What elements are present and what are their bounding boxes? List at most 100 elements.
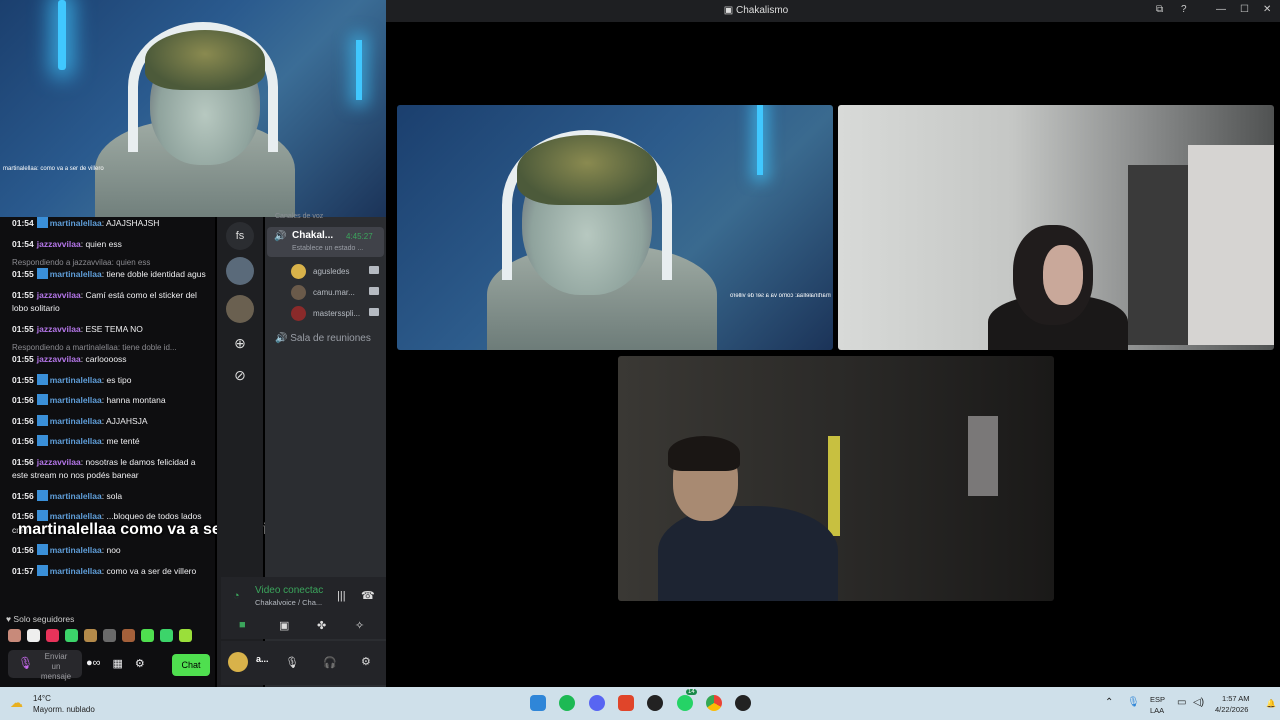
headphones-icon[interactable]: 🎧 [323, 656, 337, 669]
message-username[interactable]: martinalellaa [50, 416, 102, 426]
weather-description[interactable]: Mayorm. nublado [33, 705, 95, 714]
weather-temperature[interactable]: 14°C [33, 694, 51, 703]
message-username[interactable]: jazzavvilaa [37, 354, 81, 364]
message-username[interactable]: jazzavvilaa [37, 324, 81, 334]
message-username[interactable]: martinalellaa [50, 566, 102, 576]
call-timer: 4:45:27 [346, 232, 373, 241]
followers-only-label: ♥ Solo seguidores [6, 614, 75, 624]
emote[interactable] [65, 629, 78, 642]
message-username[interactable]: martinalellaa [50, 218, 102, 228]
notification-icon[interactable]: 🔔 [1266, 699, 1276, 708]
whatsapp-icon[interactable]: 14 [677, 689, 697, 711]
microphone-icon[interactable]: 🎙 [18, 656, 33, 670]
chat-input[interactable]: 🎙 Enviar un mensaje [8, 650, 82, 681]
message-username[interactable]: martinalellaa [50, 269, 102, 279]
spotify-icon[interactable] [559, 695, 575, 711]
emote[interactable] [84, 629, 97, 642]
figure-toy [828, 436, 840, 536]
microphone-icon[interactable]: 🎙 [285, 656, 299, 669]
screen-share-icon[interactable]: ▣ [279, 619, 289, 632]
active-voice-channel[interactable]: 🔊 Chakal... 4:45:27 Establece un estado … [267, 227, 384, 257]
weather-icon[interactable]: ☁ [10, 695, 23, 711]
add-server-icon[interactable]: ⊕ [226, 329, 254, 357]
video-call-area: martinalellaa: como va a ser de villero [386, 22, 1280, 687]
discord-icon[interactable] [589, 695, 605, 711]
language-top[interactable]: ESP [1150, 695, 1165, 704]
message-username[interactable]: martinalellaa [50, 375, 102, 385]
server-icon[interactable] [226, 257, 254, 285]
voice-channel-path[interactable]: Chakalvoice / Cha... [255, 598, 322, 607]
chat-send-button[interactable]: Chat [172, 654, 210, 676]
shelf [1128, 165, 1188, 345]
video-tile-girl[interactable] [838, 105, 1274, 350]
video-tile-guy[interactable] [618, 356, 1054, 601]
obs-icon[interactable] [647, 695, 663, 711]
language-bottom[interactable]: LAA [1150, 706, 1164, 715]
video-tile-streamer[interactable]: martinalellaa: como va a ser de villero [397, 105, 833, 350]
message-username[interactable]: jazzavvilaa [37, 457, 81, 467]
voice-user-name: agusledes [313, 267, 350, 276]
brave-icon[interactable] [618, 695, 634, 711]
voice-user-name: mastersspli... [313, 309, 361, 318]
status-placeholder[interactable]: Establece un estado ... [292, 245, 363, 252]
emote[interactable] [46, 629, 59, 642]
message-time: 01:55 [12, 374, 34, 385]
message-text: hanna montana [106, 395, 166, 405]
volume-icon[interactable]: ◁) [1193, 697, 1204, 708]
window-titlebar: ▣ Chakalismo ⧉ ? — ☐ ✕ [386, 0, 1280, 22]
network-icon[interactable]: ▭ [1177, 697, 1186, 708]
chevron-up-icon[interactable]: ⌃ [1105, 697, 1113, 708]
user-name: a... [256, 654, 269, 664]
minimize-button[interactable]: — [1216, 4, 1226, 15]
server-icon-fs[interactable]: fs [226, 222, 254, 250]
gear-icon[interactable]: ⚙ [361, 655, 371, 668]
emote[interactable] [141, 629, 154, 642]
message-username[interactable]: jazzavvilaa [37, 239, 81, 249]
store-icon[interactable]: ▦ [113, 657, 123, 670]
maximize-button[interactable]: ☐ [1240, 4, 1249, 15]
emote-row[interactable] [8, 629, 192, 642]
emote[interactable] [103, 629, 116, 642]
message-username[interactable]: martinalellaa [50, 395, 102, 405]
chat-message: 01:55 martinalellaa: es tipo [12, 373, 132, 385]
message-text: como va a ser de villero [106, 565, 197, 576]
signal-icon[interactable]: ◔ [233, 590, 240, 602]
message-username[interactable]: jazzavvilaa [37, 290, 81, 300]
message-username[interactable]: martinalellaa [50, 511, 102, 521]
message-username[interactable]: martinalellaa [50, 436, 102, 446]
microphone-icon[interactable]: 🎙 [1127, 697, 1140, 708]
pip-icon[interactable]: ⧉ [1156, 4, 1163, 15]
message-time: 01:56 [12, 415, 34, 426]
server-icon[interactable] [226, 295, 254, 323]
avatar[interactable] [228, 652, 248, 672]
message-username[interactable]: martinalellaa [50, 545, 102, 555]
camera-icon[interactable]: ■ [239, 619, 246, 631]
meeting-room-channel[interactable]: 🔊 Sala de reuniones [275, 333, 371, 344]
gear-icon[interactable]: ⚙ [135, 657, 145, 670]
chat-message: 01:57 martinalellaa: como va a ser de vil… [12, 564, 197, 576]
close-button[interactable]: ✕ [1263, 4, 1271, 15]
noise-icon[interactable]: ||| [337, 590, 346, 602]
bits-icon[interactable]: ●∞ [86, 657, 101, 670]
activities-icon[interactable]: ✤ [317, 619, 326, 632]
app-icon[interactable] [735, 695, 751, 711]
message-time: 01:55 [12, 354, 34, 364]
help-icon[interactable]: ? [1181, 4, 1187, 15]
user-badge-icon [36, 394, 48, 405]
emote[interactable] [8, 629, 21, 642]
emote[interactable] [27, 629, 40, 642]
soundboard-icon[interactable]: ✧ [355, 619, 364, 632]
disconnect-icon[interactable]: ☎ [361, 589, 375, 602]
clock-date[interactable]: 4/22/2026 [1215, 705, 1248, 714]
explore-icon[interactable]: ⊘ [226, 361, 254, 389]
message-text: noo [106, 545, 121, 555]
chrome-icon[interactable] [706, 695, 722, 711]
window-title: ▣ Chakalismo [723, 5, 789, 16]
start-icon[interactable] [530, 695, 546, 711]
emote[interactable] [179, 629, 192, 642]
clock-time[interactable]: 1:57 AM [1222, 694, 1250, 703]
message-username[interactable]: martinalellaa [50, 491, 102, 501]
user-badge-icon [36, 544, 48, 555]
emote[interactable] [122, 629, 135, 642]
emote[interactable] [160, 629, 173, 642]
